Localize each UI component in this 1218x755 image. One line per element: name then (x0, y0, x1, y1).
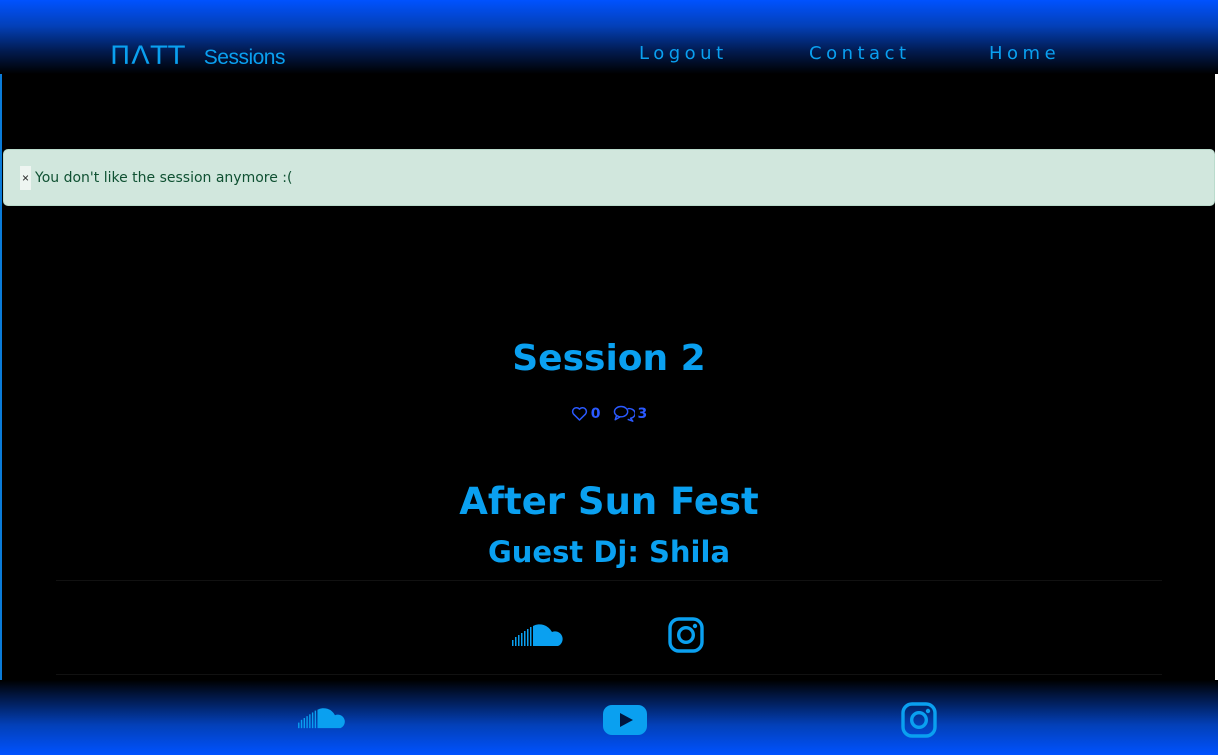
footer-instagram-icon[interactable] (901, 702, 937, 742)
nav-home-link[interactable]: Home (989, 43, 1060, 64)
guest-dj: Guest Dj: Shila (487, 535, 731, 569)
footer-youtube-icon[interactable] (603, 704, 647, 740)
comments-icon (613, 405, 635, 422)
nav-logout-link[interactable]: Logout (639, 43, 728, 64)
comments-button[interactable]: 3 (613, 405, 648, 422)
like-count: 0 (590, 405, 601, 422)
divider (56, 674, 1162, 675)
comment-count: 3 (637, 405, 648, 422)
brand[interactable]: ΠΛΤΤ Sessions (110, 40, 285, 71)
footer-soundcloud-icon[interactable] (297, 706, 349, 734)
brand-logo[interactable]: ΠΛΤΤ (110, 41, 186, 70)
session-stats: 0 3 (0, 405, 1218, 422)
divider (56, 580, 1162, 581)
success-alert: × You don't like the session anymore :( (3, 149, 1215, 206)
brand-name[interactable]: Sessions (204, 46, 286, 70)
heart-icon (571, 406, 587, 421)
like-button[interactable]: 0 (571, 406, 601, 422)
site-header: ΠΛΤΤ Sessions Logout Contact Home (0, 0, 1218, 74)
session-title: Session 2 (512, 338, 706, 379)
event-title: After Sun Fest (459, 480, 759, 523)
alert-message: You don't like the session anymore :( (35, 169, 293, 186)
dj-soundcloud-icon[interactable] (512, 622, 566, 652)
dj-instagram-icon[interactable] (668, 617, 704, 657)
alert-close-button[interactable]: × (20, 165, 31, 190)
site-footer (0, 680, 1218, 755)
nav-contact-link[interactable]: Contact (809, 43, 911, 64)
